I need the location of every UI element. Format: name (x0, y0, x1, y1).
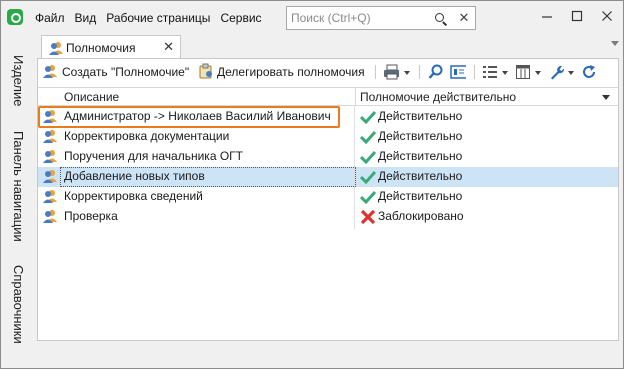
list-view-chevron-down-icon[interactable] (502, 71, 508, 75)
cell-status[interactable]: Действительно (378, 169, 462, 183)
toolbar-divider (474, 65, 475, 79)
checkmark-icon (359, 130, 377, 147)
settings-wrench-icon[interactable] (549, 64, 565, 80)
table-header: Описание Полномочие действительно (38, 87, 618, 106)
checkmark-icon (359, 150, 377, 167)
refresh-icon[interactable] (581, 64, 597, 80)
side-tab-navigation-panel[interactable]: Панель навигации (11, 131, 26, 242)
minimize-icon (542, 16, 552, 18)
menu-workpages[interactable]: Рабочие страницы (106, 11, 210, 25)
tab-authorities[interactable]: Полномочия ✕ (41, 35, 181, 59)
column-header-description[interactable]: Описание (64, 90, 119, 104)
create-authority-button[interactable]: Создать "Полномочие" (62, 62, 189, 82)
checkmark-icon (359, 170, 377, 187)
columns-icon[interactable] (515, 64, 531, 80)
close-window-button[interactable] (595, 5, 619, 29)
cell-description[interactable]: Поручения для начальника ОГТ (64, 149, 243, 163)
menu-file[interactable]: Файл (35, 11, 65, 25)
cell-status[interactable]: Действительно (378, 149, 462, 163)
checkmark-icon (359, 190, 377, 207)
app-logo-icon[interactable] (7, 9, 23, 25)
sort-chevron-down-icon[interactable] (602, 95, 610, 100)
maximize-icon (571, 10, 583, 22)
card-view-icon[interactable] (450, 64, 466, 80)
main-panel: Полномочия ✕ Создать "Полномочие" Делеги… (37, 35, 619, 365)
side-tab-product[interactable]: Изделие (11, 55, 26, 106)
search-icon[interactable] (435, 13, 444, 22)
toolbar-divider (375, 65, 376, 79)
print-chevron-down-icon[interactable] (404, 71, 410, 75)
delegate-authority-button[interactable]: Делегировать полномочия (217, 62, 365, 82)
user-authority-icon (42, 149, 58, 166)
search-input[interactable] (291, 10, 431, 26)
toolbar-divider (419, 65, 420, 79)
table-row[interactable]: Корректировка сведений Действительно (38, 187, 618, 207)
column-divider (354, 106, 355, 229)
highlight-box (38, 106, 340, 128)
delegate-icon (199, 63, 212, 79)
search-box[interactable]: ✕ (286, 6, 476, 30)
table-row[interactable]: Поручения для начальника ОГТ Действительн… (38, 147, 618, 167)
close-icon (602, 11, 612, 21)
cell-status[interactable]: Действительно (378, 189, 462, 203)
checkmark-icon (359, 110, 377, 127)
cross-icon (360, 209, 376, 227)
user-authority-icon (42, 129, 58, 146)
status-bar (37, 340, 619, 365)
cell-description[interactable]: Добавление новых типов (64, 169, 205, 183)
tab-close-icon[interactable]: ✕ (163, 39, 174, 55)
side-tab-reference[interactable]: Справочники (11, 265, 26, 344)
side-nav: Изделие Панель навигации Справочники (1, 35, 37, 369)
clear-icon[interactable]: ✕ (457, 10, 471, 26)
print-icon[interactable] (383, 64, 399, 80)
cell-status[interactable]: Действительно (378, 109, 462, 123)
create-authority-label: Создать "Полномочие" (62, 65, 190, 79)
user-authority-icon (42, 169, 58, 186)
users-icon (49, 42, 63, 55)
settings-chevron-down-icon[interactable] (568, 71, 574, 75)
tabs-menu-chevron-down-icon[interactable] (611, 41, 619, 46)
cell-status[interactable]: Действительно (378, 129, 462, 143)
column-divider[interactable] (355, 88, 356, 106)
menu-view[interactable]: Вид (75, 11, 97, 25)
minimize-button[interactable] (535, 5, 559, 29)
table-row[interactable]: Добавление новых типов Действительно (38, 167, 618, 187)
list-view-icon[interactable] (482, 64, 498, 80)
main-menu: Файл Вид Рабочие страницы Сервис (35, 11, 272, 25)
toolbar: Создать "Полномочие" Делегировать полном… (38, 59, 618, 85)
delegate-authority-label: Делегировать полномочия (217, 65, 365, 79)
content-area: Создать "Полномочие" Делегировать полном… (37, 58, 619, 365)
cell-status[interactable]: Заблокировано (378, 209, 464, 223)
title-bar: Файл Вид Рабочие страницы Сервис ✕ (1, 1, 623, 35)
authorities-table: Описание Полномочие действительно Админи… (38, 87, 618, 364)
cell-description[interactable]: Корректировка сведений (64, 189, 203, 203)
find-icon[interactable] (428, 64, 444, 80)
column-header-valid[interactable]: Полномочие действительно (360, 90, 516, 104)
user-authority-icon (42, 209, 58, 226)
maximize-button[interactable] (565, 5, 589, 29)
cell-description[interactable]: Проверка (64, 209, 118, 223)
tab-label: Полномочия (66, 41, 136, 55)
table-row[interactable]: Корректировка документации Действительно (38, 127, 618, 147)
columns-chevron-down-icon[interactable] (535, 71, 541, 75)
user-authority-icon (42, 189, 58, 206)
table-row[interactable]: Проверка Заблокировано (38, 207, 618, 227)
cell-description[interactable]: Корректировка документации (64, 129, 229, 143)
users-icon (43, 65, 57, 78)
menu-service[interactable]: Сервис (220, 11, 261, 25)
app-window: Файл Вид Рабочие страницы Сервис ✕ Издел… (0, 0, 624, 369)
